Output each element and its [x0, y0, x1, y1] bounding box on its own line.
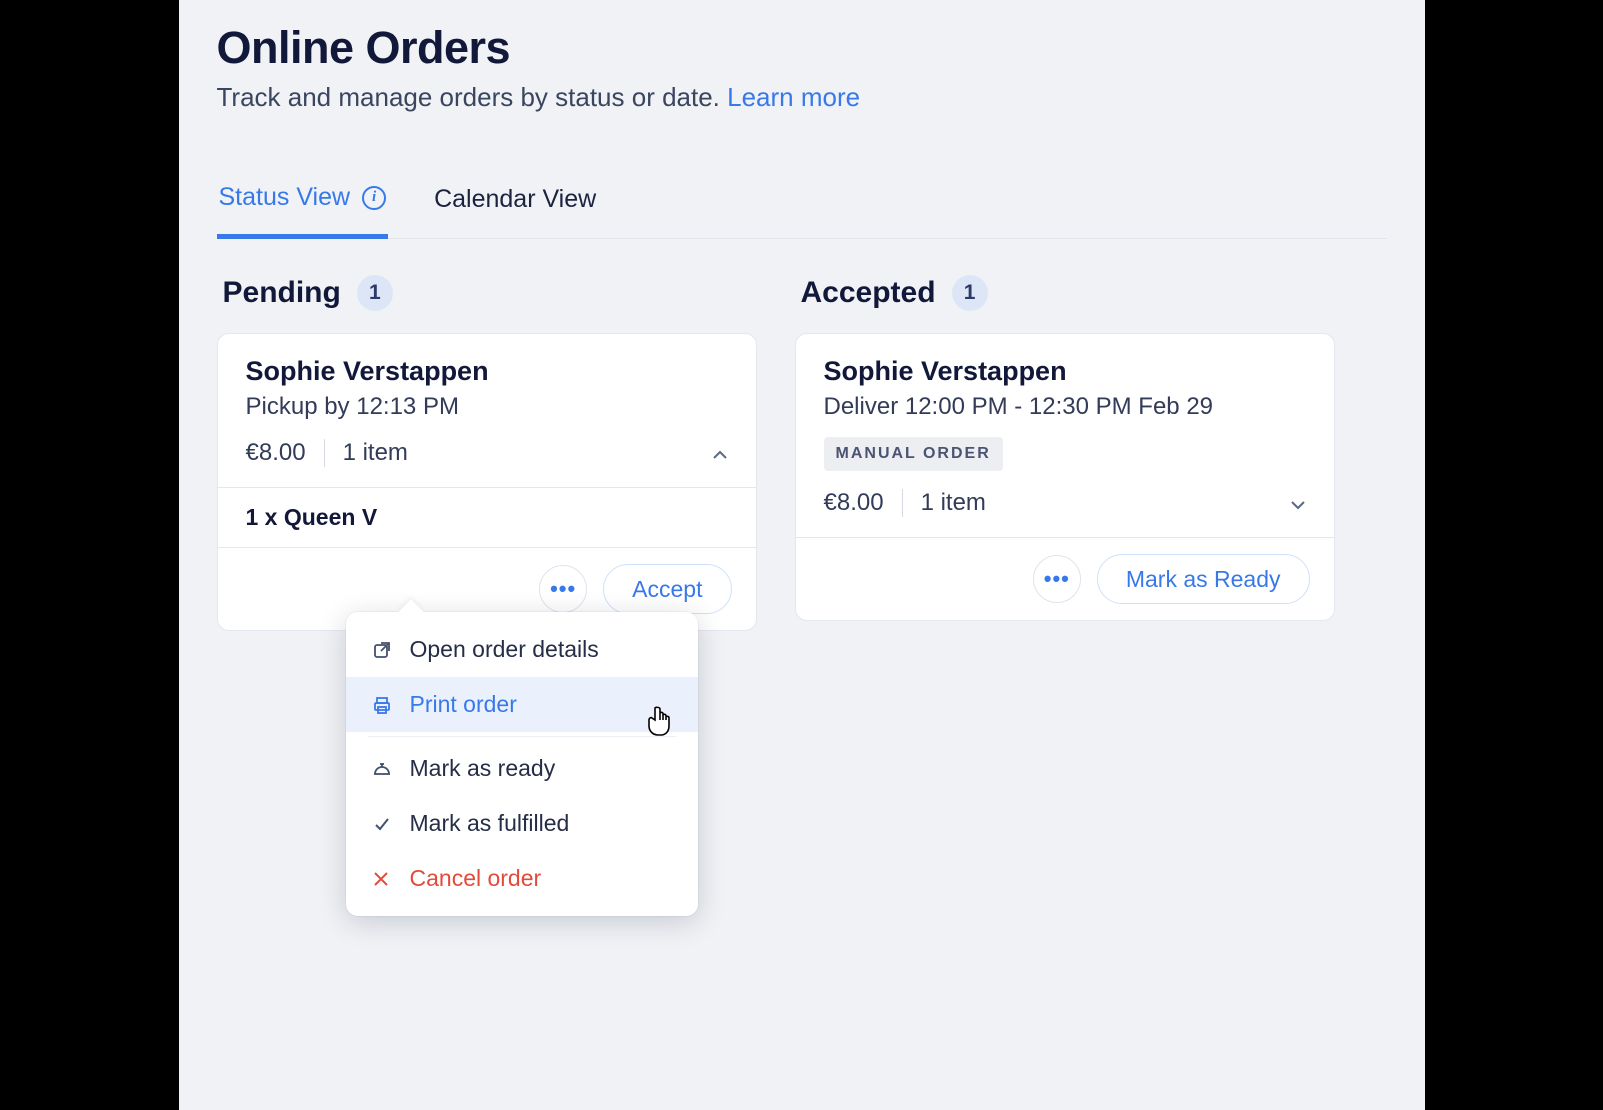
menu-mark-ready-label: Mark as ready	[410, 755, 556, 782]
pointer-cursor-icon	[646, 706, 672, 736]
order-card-body[interactable]: Sophie Verstappen Pickup by 12:13 PM €8.…	[218, 334, 756, 487]
learn-more-link[interactable]: Learn more	[727, 82, 860, 112]
menu-separator	[368, 736, 676, 737]
chevron-up-icon[interactable]	[712, 439, 728, 467]
menu-mark-fulfilled[interactable]: Mark as fulfilled	[346, 796, 698, 851]
tab-calendar-label: Calendar View	[434, 185, 596, 214]
more-actions-button[interactable]: •••	[1033, 555, 1081, 603]
menu-cancel-order[interactable]: Cancel order	[346, 851, 698, 906]
column-pending-header: Pending 1	[217, 275, 757, 311]
order-line-item: 1 x Queen V	[218, 487, 756, 547]
printer-icon	[372, 695, 394, 715]
status-columns: Pending 1 Sophie Verstappen Pickup by 12…	[217, 275, 1387, 631]
column-pending-title: Pending	[223, 276, 341, 310]
order-card-actions: ••• Mark as Ready	[796, 537, 1334, 620]
order-price: €8.00	[824, 489, 884, 517]
order-card-pending: Sophie Verstappen Pickup by 12:13 PM €8.…	[217, 333, 757, 631]
fulfilment-line: Pickup by 12:13 PM	[246, 393, 728, 421]
menu-print-label: Print order	[410, 691, 517, 718]
view-tabs: Status View i Calendar View	[217, 183, 1387, 239]
order-price: €8.00	[246, 439, 306, 467]
accept-button[interactable]: Accept	[603, 564, 731, 614]
fulfilment-line: Deliver 12:00 PM - 12:30 PM Feb 29	[824, 393, 1306, 421]
page-title: Online Orders	[217, 22, 1387, 74]
order-card-body[interactable]: Sophie Verstappen Deliver 12:00 PM - 12:…	[796, 334, 1334, 537]
menu-open-order-details[interactable]: Open order details	[346, 622, 698, 677]
order-card-actions: ••• Accept Open order details	[218, 547, 756, 630]
menu-open-details-label: Open order details	[410, 636, 599, 663]
column-accepted: Accepted 1 Sophie Verstappen Deliver 12:…	[795, 275, 1335, 631]
column-pending: Pending 1 Sophie Verstappen Pickup by 12…	[217, 275, 757, 631]
divider	[324, 439, 325, 467]
order-item-count: 1 item	[343, 439, 408, 467]
close-icon	[372, 870, 394, 888]
divider	[902, 489, 903, 517]
dish-icon	[372, 759, 394, 779]
accepted-count-badge: 1	[952, 275, 988, 311]
subtitle-text: Track and manage orders by status or dat…	[217, 82, 728, 112]
order-metrics: €8.00 1 item	[246, 439, 728, 467]
info-icon[interactable]: i	[362, 186, 386, 210]
tab-status-label: Status View	[219, 183, 351, 212]
chevron-down-icon[interactable]	[1290, 489, 1306, 517]
check-icon	[372, 814, 394, 834]
order-actions-menu: Open order details Print order	[346, 612, 698, 916]
order-card-accepted: Sophie Verstappen Deliver 12:00 PM - 12:…	[795, 333, 1335, 621]
order-tags: MANUAL ORDER	[824, 437, 1306, 471]
menu-cancel-label: Cancel order	[410, 865, 542, 892]
customer-name: Sophie Verstappen	[246, 356, 728, 387]
pending-count-badge: 1	[357, 275, 393, 311]
mark-ready-button[interactable]: Mark as Ready	[1097, 554, 1310, 604]
customer-name: Sophie Verstappen	[824, 356, 1306, 387]
tab-status-view[interactable]: Status View i	[217, 183, 389, 239]
tab-calendar-view[interactable]: Calendar View	[432, 183, 598, 238]
manual-order-tag: MANUAL ORDER	[824, 437, 1003, 471]
menu-mark-fulfilled-label: Mark as fulfilled	[410, 810, 570, 837]
orders-page: Online Orders Track and manage orders by…	[179, 0, 1425, 1110]
page-subtitle: Track and manage orders by status or dat…	[217, 82, 1387, 113]
order-item-count: 1 item	[921, 489, 986, 517]
more-actions-button[interactable]: •••	[539, 565, 587, 613]
external-link-icon	[372, 640, 394, 660]
column-accepted-title: Accepted	[801, 276, 936, 310]
column-accepted-header: Accepted 1	[795, 275, 1335, 311]
menu-mark-ready[interactable]: Mark as ready	[346, 741, 698, 796]
order-metrics: €8.00 1 item	[824, 489, 1306, 517]
